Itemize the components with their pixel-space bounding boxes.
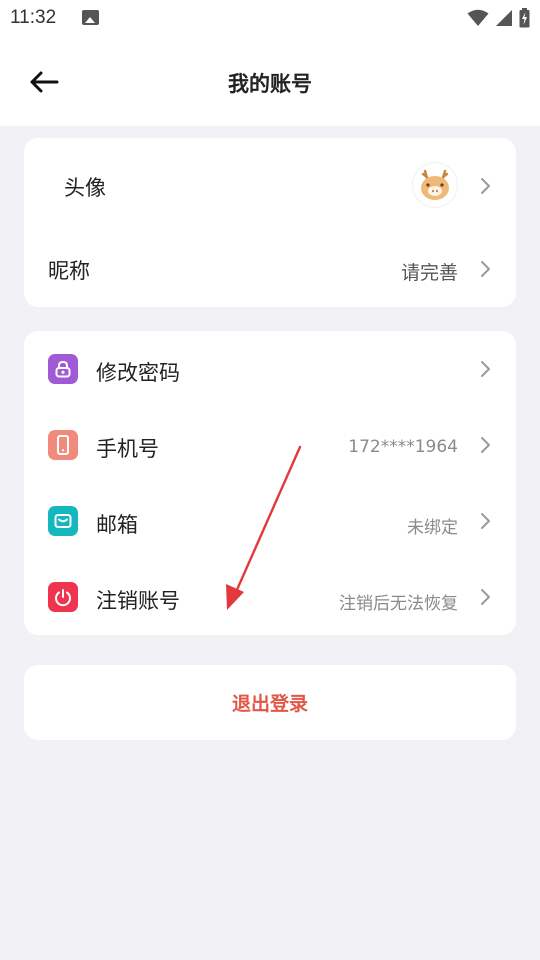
avatar-row[interactable]: 头像 (24, 148, 516, 222)
power-icon (48, 582, 78, 612)
email-label: 邮箱 (96, 513, 138, 537)
lock-icon (48, 354, 78, 384)
nickname-label: 昵称 (48, 259, 90, 283)
phone-row[interactable]: 手机号 172****1964 (24, 407, 516, 483)
phone-icon (48, 430, 78, 460)
phone-value: 172****1964 (348, 437, 458, 457)
nickname-value: 请完善 (400, 262, 458, 284)
battery-icon (519, 8, 530, 28)
phone-label: 手机号 (96, 437, 159, 461)
delete-account-label: 注销账号 (96, 589, 180, 613)
mail-icon (48, 506, 78, 536)
delete-account-value: 注销后无法恢复 (339, 594, 458, 614)
email-row[interactable]: 邮箱 未绑定 (24, 483, 516, 559)
status-icons (467, 8, 530, 28)
change-password-label: 修改密码 (96, 361, 180, 385)
nickname-row[interactable]: 昵称 请完善 (24, 230, 516, 306)
chevron-right-icon (481, 437, 490, 453)
account-card: 修改密码 手机号 172****1964 邮箱 未绑定 注销账号 注销后无法恢复 (24, 331, 516, 635)
deer-avatar-icon (421, 169, 449, 200)
avatar[interactable] (412, 162, 458, 208)
logout-button[interactable]: 退出登录 (24, 665, 516, 740)
chevron-right-icon (481, 513, 490, 529)
chevron-right-icon (481, 361, 490, 377)
change-password-row[interactable]: 修改密码 (24, 331, 516, 407)
delete-account-row[interactable]: 注销账号 注销后无法恢复 (24, 559, 516, 635)
nav-bar: 我的账号 (0, 36, 540, 126)
avatar-label: 头像 (64, 176, 106, 200)
chevron-right-icon (481, 589, 490, 605)
logout-label: 退出登录 (231, 693, 308, 715)
wifi-icon (467, 9, 489, 26)
email-value: 未绑定 (407, 518, 458, 538)
status-bar: 11:32 (0, 0, 540, 36)
page-title: 我的账号 (228, 72, 312, 96)
signal-icon (496, 10, 512, 26)
status-time: 11:32 (10, 7, 57, 28)
chevron-right-icon (481, 178, 490, 194)
image-notification-icon (82, 10, 99, 25)
profile-card: 头像 昵称 请完善 (24, 138, 516, 307)
chevron-right-icon (481, 261, 490, 277)
